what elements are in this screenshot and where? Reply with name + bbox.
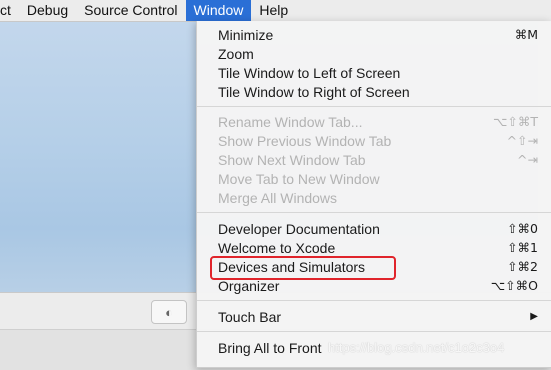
menu-separator xyxy=(197,212,551,213)
menu-separator xyxy=(197,106,551,107)
menu-bar: ct Debug Source Control Window Help xyxy=(0,0,551,22)
window-menu-dropdown: Minimize ⌘M Zoom Tile Window to Left of … xyxy=(196,21,551,368)
menu-debug[interactable]: Debug xyxy=(19,0,76,21)
menu-item-zoom[interactable]: Zoom xyxy=(197,44,551,63)
watermark-text: https://blog.csdn.net/c1o2c3o4 xyxy=(328,340,505,355)
menu-separator xyxy=(197,300,551,301)
menu-item-minimize[interactable]: Minimize ⌘M xyxy=(197,25,551,44)
menu-item-rename-tab: Rename Window Tab... ⌥⇧⌘T xyxy=(218,113,538,130)
menu-item-next-tab: Show Next Window Tab ^⇥ xyxy=(218,151,538,168)
half-circle-icon: ◐ xyxy=(165,304,173,320)
menu-item-organizer[interactable]: Organizer ⌥⇧⌘O xyxy=(197,276,551,295)
menu-item-previous-tab: Show Previous Window Tab ^⇧⇥ xyxy=(218,132,538,149)
menu-item-devices-and-simulators[interactable]: Devices and Simulators ⇧⌘2 xyxy=(197,257,551,276)
menu-item-merge-windows: Merge All Windows xyxy=(218,189,338,206)
menu-item-move-tab: Move Tab to New Window xyxy=(218,170,380,187)
menu-help[interactable]: Help xyxy=(251,0,296,21)
menu-item-developer-documentation[interactable]: Developer Documentation ⇧⌘0 xyxy=(197,219,551,238)
menu-item-tile-left[interactable]: Tile Window to Left of Screen xyxy=(197,63,551,82)
menu-item-touch-bar[interactable]: Touch Bar ▶ xyxy=(197,307,551,326)
submenu-arrow-icon: ▶ xyxy=(530,311,538,322)
menu-separator xyxy=(197,331,551,332)
menu-item-welcome-to-xcode[interactable]: Welcome to Xcode ⇧⌘1 xyxy=(197,238,551,257)
menu-window[interactable]: Window xyxy=(185,0,252,21)
menu-item-tile-right[interactable]: Tile Window to Right of Screen xyxy=(197,82,551,101)
menu-source-control[interactable]: Source Control xyxy=(76,0,185,21)
menu-product[interactable]: ct xyxy=(0,0,19,21)
panel-toggle-button[interactable]: ◐ xyxy=(151,300,187,324)
